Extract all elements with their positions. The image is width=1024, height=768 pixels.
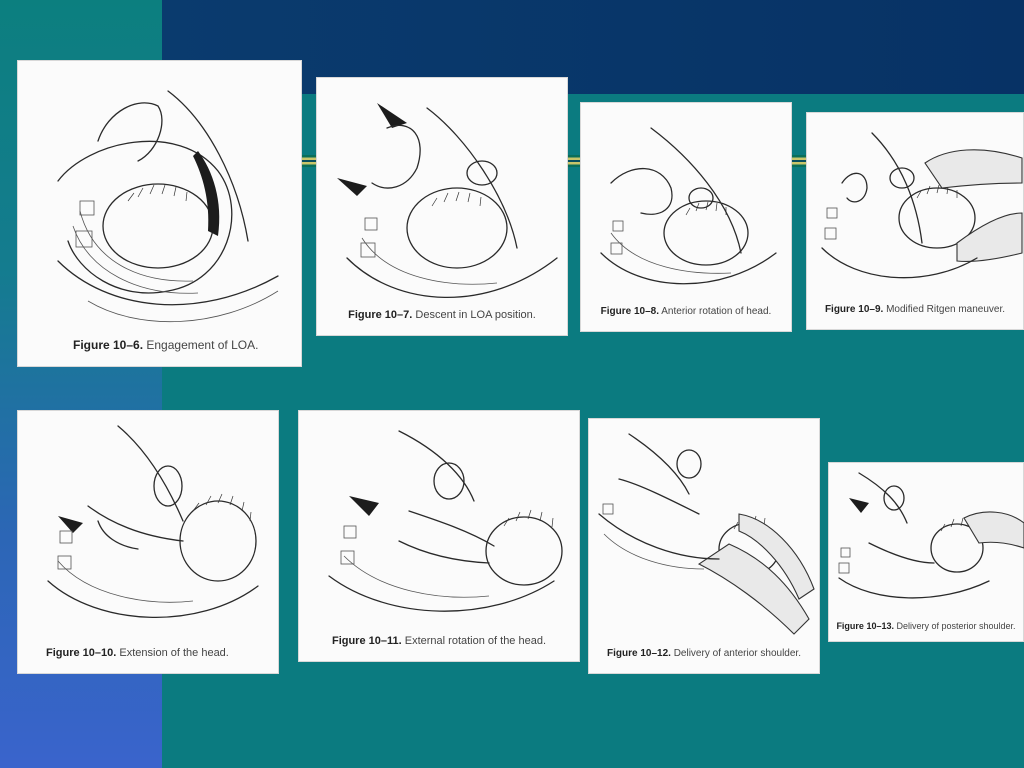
figure-10-12: Figure 10–12. Delivery of anterior shoul… bbox=[588, 418, 820, 674]
figure-number: Figure 10–11. bbox=[331, 635, 402, 647]
figure-number: Figure 10–6. bbox=[73, 338, 144, 352]
figure-text: External rotation of the head. bbox=[404, 635, 547, 647]
figure-number: Figure 10–8. bbox=[600, 306, 660, 317]
figure-text: Delivery of anterior shoulder. bbox=[673, 648, 801, 659]
figure-10-11-illustration bbox=[328, 430, 563, 612]
figure-text: Modified Ritgen maneuver. bbox=[886, 304, 1006, 315]
figure-text: Extension of the head. bbox=[119, 647, 229, 659]
figure-number: Figure 10–13. bbox=[836, 621, 894, 631]
figure-number: Figure 10–9. bbox=[824, 304, 884, 315]
figure-10-10-illustration bbox=[47, 425, 259, 618]
figure-10-11-caption: Figure 10–11. External rotation of the h… bbox=[299, 635, 579, 647]
figure-10-10: Figure 10–10. Extension of the head. bbox=[17, 410, 279, 674]
figure-10-7: Figure 10–7. Descent in LOA position. bbox=[316, 77, 568, 336]
figure-10-12-caption: Figure 10–12. Delivery of anterior shoul… bbox=[589, 648, 819, 659]
figure-number: Figure 10–10. bbox=[46, 647, 117, 659]
figure-10-7-caption: Figure 10–7. Descent in LOA position. bbox=[317, 309, 567, 321]
figure-text: Delivery of posterior shoulder. bbox=[896, 621, 1016, 631]
figure-number: Figure 10–7. bbox=[348, 309, 413, 321]
figure-10-6-illustration bbox=[57, 90, 279, 323]
figure-10-10-caption: Figure 10–10. Extension of the head. bbox=[46, 647, 278, 659]
figure-10-13-illustration bbox=[838, 472, 1024, 599]
figure-10-11: Figure 10–11. External rotation of the h… bbox=[298, 410, 580, 662]
figure-10-13-caption: Figure 10–13. Delivery of posterior shou… bbox=[829, 621, 1023, 631]
figure-number: Figure 10–12. bbox=[607, 648, 671, 659]
slide: Figure 10–6. Engagement of LOA. Figure 1… bbox=[0, 0, 1024, 768]
figure-text: Engagement of LOA. bbox=[146, 338, 259, 352]
figure-10-9-illustration bbox=[821, 132, 1023, 279]
figure-text: Anterior rotation of head. bbox=[661, 306, 772, 317]
figure-text: Descent in LOA position. bbox=[415, 309, 536, 321]
figure-10-8: Figure 10–8. Anterior rotation of head. bbox=[580, 102, 792, 332]
figure-10-9: Figure 10–9. Modified Ritgen maneuver. bbox=[806, 112, 1024, 330]
figure-10-6: Figure 10–6. Engagement of LOA. bbox=[17, 60, 302, 367]
figure-10-8-caption: Figure 10–8. Anterior rotation of head. bbox=[581, 306, 791, 317]
figure-10-12-illustration bbox=[598, 433, 815, 635]
figure-10-7-illustration bbox=[337, 103, 558, 299]
figure-10-13: Figure 10–13. Delivery of posterior shou… bbox=[828, 462, 1024, 642]
figure-10-6-caption: Figure 10–6. Engagement of LOA. bbox=[73, 338, 301, 352]
figure-10-8-illustration bbox=[600, 127, 777, 285]
figure-10-9-caption: Figure 10–9. Modified Ritgen maneuver. bbox=[807, 304, 1023, 315]
